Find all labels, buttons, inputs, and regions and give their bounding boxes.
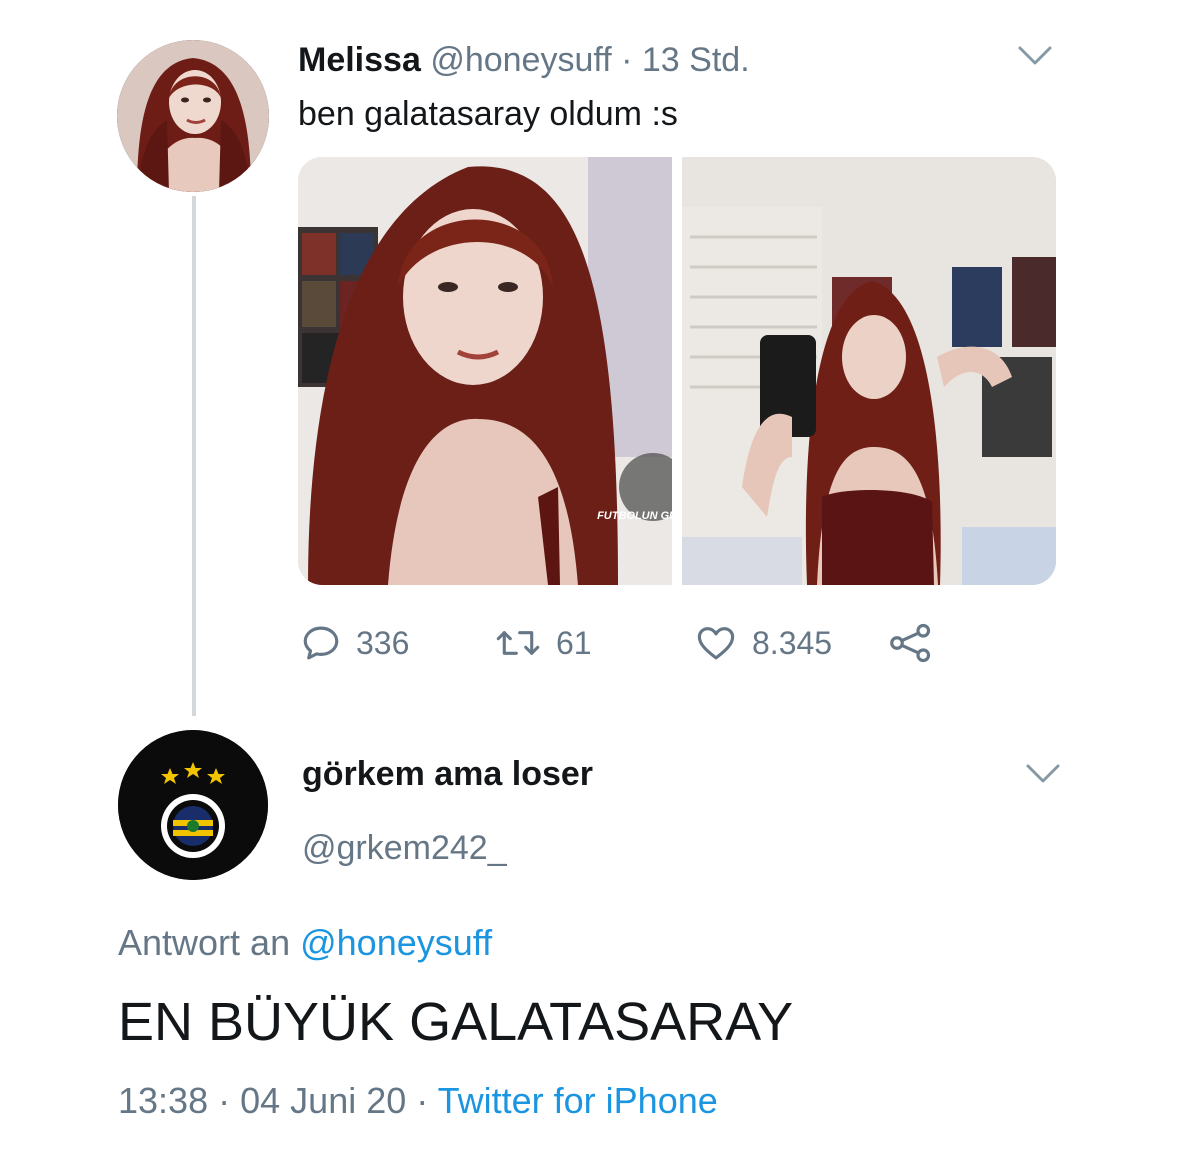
tweet1-media[interactable]: FUTBOLUN GÜRÜNÜ [298, 157, 1056, 585]
retweet-icon [496, 631, 540, 655]
reply-context: Antwort an @honeysuff [118, 920, 492, 966]
retweet-button[interactable]: 61 [494, 618, 592, 668]
tweet2-author-handle[interactable]: @grkem242_ [302, 826, 507, 870]
photo-selfie-image: FUTBOLUN GÜRÜNÜ [298, 157, 672, 585]
tweet1-author-name[interactable]: Melissa [298, 41, 421, 79]
tweet2-author-name[interactable]: görkem ama loser [302, 752, 593, 796]
tweet1-author-handle[interactable]: @honeysuff [430, 41, 611, 79]
reply-count: 336 [356, 624, 410, 661]
reply-button[interactable]: 336 [300, 618, 409, 668]
tweet2-time[interactable]: 13:38 [118, 1080, 208, 1121]
tweet2-text: EN BÜYÜK GALATASARAY [118, 992, 794, 1052]
avatar-photo [117, 40, 269, 192]
like-count: 8.345 [752, 624, 833, 661]
chevron-down-icon[interactable] [1016, 44, 1054, 68]
fenerbahce-crest-icon [118, 730, 268, 880]
tweet1-separator: · [621, 41, 633, 79]
tweet1-timestamp[interactable]: 13 Std. [642, 41, 750, 79]
share-icon [890, 623, 931, 663]
media-photo-mirror[interactable] [682, 157, 1056, 585]
chevron-down-icon[interactable] [1024, 762, 1062, 786]
reply-prefix: Antwort an [118, 922, 291, 963]
retweet-count: 61 [556, 624, 592, 661]
reply-icon [303, 626, 339, 660]
media-photo-selfie[interactable]: FUTBOLUN GÜRÜNÜ [298, 157, 672, 585]
tweet1-header: Melissa @honeysuff · 13 Std. [298, 38, 750, 82]
tweet2-separator: · [218, 1080, 231, 1121]
tweet1-text: ben galatasaray oldum :s [298, 95, 678, 133]
share-button[interactable] [888, 618, 934, 668]
reply-mention-link[interactable]: @honeysuff [300, 922, 492, 963]
like-button[interactable]: 8.345 [694, 618, 832, 668]
avatar-grkem[interactable] [118, 730, 268, 880]
tweet2-separator: · [416, 1080, 429, 1121]
watermark-text: FUTBOLUN GÜRÜNÜ [597, 509, 672, 522]
tweet2-source-link[interactable]: Twitter for iPhone [438, 1080, 718, 1121]
photo-mirror-image [682, 157, 1056, 585]
like-icon [697, 627, 735, 660]
thread-connector-line [192, 196, 196, 716]
tweet2-metadata: 13:38 · 04 Juni 20 · Twitter for iPhone [118, 1078, 718, 1124]
avatar-melissa[interactable] [117, 40, 269, 192]
tweet2-date[interactable]: 04 Juni 20 [240, 1080, 406, 1121]
